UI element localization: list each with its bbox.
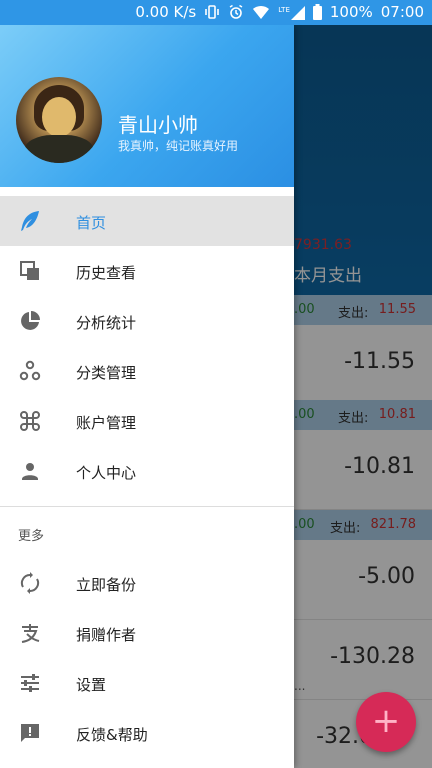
category-icon [19,360,41,381]
menu-label: 设置 [76,676,107,694]
net-speed: 0.00 K/s [135,3,197,21]
wifi-icon [253,5,270,19]
user-motto: 我真帅，纯记账真好用 [118,139,239,153]
menu-label: 反馈&帮助 [76,726,148,744]
menu-item-donate[interactable]: 捐赠作者 [0,608,294,658]
layers-icon [20,261,39,280]
menu-item-home[interactable]: 首页 [0,196,294,246]
menu-label: 个人中心 [76,464,137,482]
menu-label: 首页 [76,214,107,232]
sync-icon [20,572,40,594]
menu-label: 历史查看 [76,264,137,282]
menu-item-categories[interactable]: 分类管理 [0,346,294,396]
menu-item-profile[interactable]: 个人中心 [0,446,294,496]
menu-item-history[interactable]: 历史查看 [0,246,294,296]
menu-label: 分析统计 [76,314,137,332]
menu-item-feedback[interactable]: 反馈&帮助 [0,708,294,758]
alipay-icon [21,624,40,643]
lte-label: LTE [278,6,290,14]
tune-icon [21,674,39,692]
feather-icon [21,211,39,231]
signal-icon: LTE [278,4,305,20]
menu-item-settings[interactable]: 设置 [0,658,294,708]
vibrate-icon [205,5,220,19]
secondary-menu: 立即备份 捐赠作者 设置 反馈&帮助 [0,558,294,758]
alarm-icon [229,4,243,19]
drawer-header: 青山小帅 我真帅，纯记账真好用 [0,25,294,187]
feedback-icon [21,724,39,742]
more-section-title: 更多 [18,529,45,544]
primary-menu: 首页 历史查看 分析统计 分类管理 账户管理 个人中心 [0,196,294,496]
user-name: 青山小帅 [118,113,198,137]
menu-item-statistics[interactable]: 分析统计 [0,296,294,346]
menu-divider [0,506,294,507]
status-bar: 0.00 K/s LTE 100% 07:00 [0,0,432,25]
clock: 07:00 [380,3,424,21]
pie-chart-icon [21,311,40,330]
person-icon [22,463,38,480]
menu-label: 分类管理 [76,364,137,382]
battery-icon [312,4,322,20]
add-record-button[interactable]: + [356,692,416,752]
command-icon [20,411,40,431]
menu-item-accounts[interactable]: 账户管理 [0,396,294,446]
avatar[interactable] [16,77,102,163]
menu-item-backup[interactable]: 立即备份 [0,558,294,608]
menu-label: 账户管理 [76,414,137,432]
menu-label: 捐赠作者 [76,626,137,644]
navigation-drawer: 青山小帅 我真帅，纯记账真好用 首页 历史查看 分析统计 分类管理 账户管理 个… [0,25,294,768]
battery-level: 100% [329,3,373,21]
menu-label: 立即备份 [76,576,137,594]
